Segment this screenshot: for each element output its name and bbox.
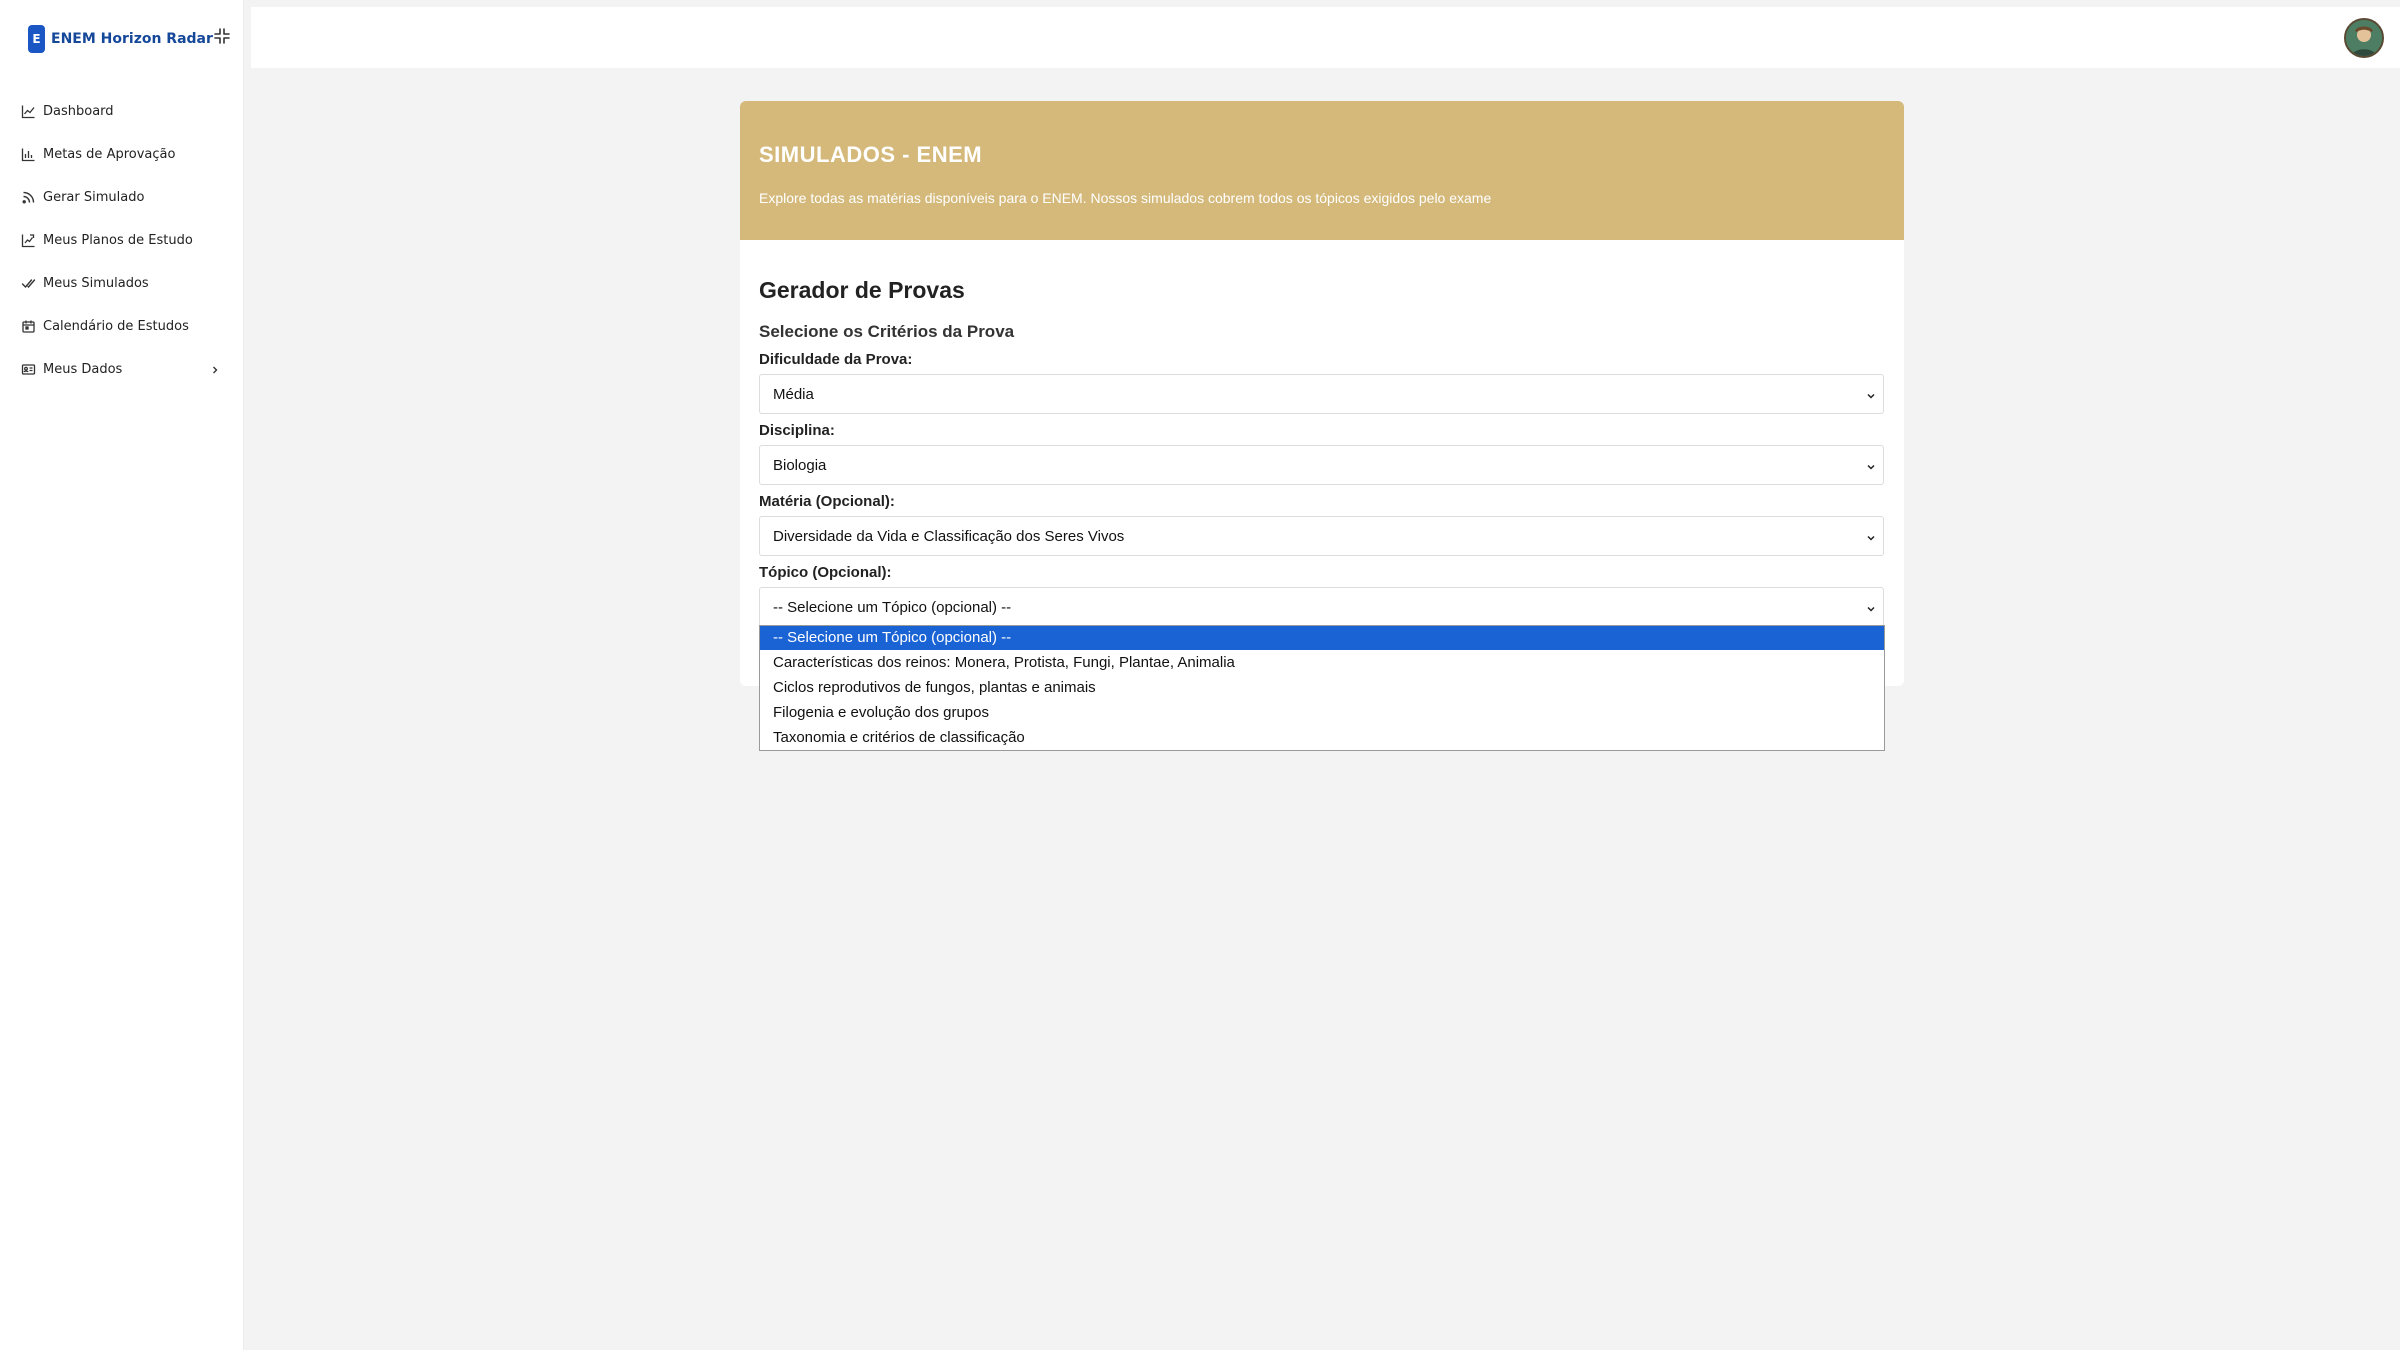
- sidebar-item-label: Calendário de Estudos: [43, 319, 189, 334]
- topic-label: Tópico (Opcional):: [759, 564, 892, 581]
- difficulty-select[interactable]: Média: [759, 374, 1884, 414]
- sidebar-item-label: Dashboard: [43, 104, 114, 119]
- user-avatar[interactable]: [2344, 18, 2384, 58]
- topic-option[interactable]: Taxonomia e critérios de classificação: [760, 726, 1884, 750]
- topic-option[interactable]: -- Selecione um Tópico (opcional) --: [760, 626, 1884, 650]
- topic-option[interactable]: Ciclos reprodutivos de fungos, plantas e…: [760, 676, 1884, 700]
- sidebar-nav: Dashboard Metas de Aprovação Gerar Simul…: [0, 90, 244, 391]
- subject-select-value: Diversidade da Vida e Classificação dos …: [773, 528, 1125, 545]
- chevron-right-icon: [209, 363, 221, 375]
- feed-icon: [21, 190, 36, 205]
- generator-subtitle: Selecione os Critérios da Prova: [759, 322, 1015, 341]
- hero-description: Explore todas as matérias disponíveis pa…: [759, 190, 1492, 206]
- sidebar-item-planos[interactable]: Meus Planos de Estudo: [0, 219, 244, 262]
- page-title: SIMULADOS - ENEM: [759, 142, 983, 167]
- chart-plan-icon: [21, 233, 36, 248]
- id-card-icon: [21, 362, 36, 377]
- top-bar: [251, 7, 2400, 68]
- chevron-down-icon: [1865, 602, 1877, 614]
- sidebar-item-label: Metas de Aprovação: [43, 147, 176, 162]
- sidebar-item-metas[interactable]: Metas de Aprovação: [0, 133, 244, 176]
- topic-select-value: -- Selecione um Tópico (opcional) --: [773, 599, 1012, 616]
- sidebar-item-label: Meus Simulados: [43, 276, 149, 291]
- sidebar-item-label: Gerar Simulado: [43, 190, 145, 205]
- difficulty-label: Dificuldade da Prova:: [759, 351, 913, 368]
- subject-select[interactable]: Diversidade da Vida e Classificação dos …: [759, 516, 1884, 556]
- topic-dropdown-list: -- Selecione um Tópico (opcional) -- Car…: [759, 625, 1885, 751]
- calendar-icon: [21, 319, 36, 334]
- sidebar-item-label: Meus Planos de Estudo: [43, 233, 193, 248]
- sidebar-item-gerar-simulado[interactable]: Gerar Simulado: [0, 176, 244, 219]
- chevron-down-icon: [1865, 389, 1877, 401]
- brand-name: ENEM Horizon Radar: [51, 31, 213, 47]
- difficulty-select-value: Média: [773, 386, 814, 403]
- topic-option[interactable]: Filogenia e evolução dos grupos: [760, 701, 1884, 725]
- subject-label: Matéria (Opcional):: [759, 493, 895, 510]
- brand-logo: E: [28, 25, 45, 53]
- topic-option[interactable]: Características dos reinos: Monera, Prot…: [760, 651, 1884, 675]
- chart-line-icon: [21, 104, 36, 119]
- chevron-down-icon: [1865, 531, 1877, 543]
- sidebar-item-meus-dados[interactable]: Meus Dados: [0, 348, 244, 391]
- topic-select[interactable]: -- Selecione um Tópico (opcional) --: [759, 587, 1884, 627]
- double-check-icon: [21, 276, 36, 291]
- sidebar: E ENEM Horizon Radar Dashboard Metas de …: [0, 0, 244, 1350]
- collapse-sidebar-icon[interactable]: [212, 26, 232, 46]
- sidebar-item-dashboard[interactable]: Dashboard: [0, 90, 244, 133]
- chevron-down-icon: [1865, 460, 1877, 472]
- bar-chart-icon: [21, 147, 36, 162]
- hero-banner: SIMULADOS - ENEM Explore todas as matéri…: [740, 101, 1904, 240]
- discipline-select-value: Biologia: [773, 457, 827, 474]
- discipline-select[interactable]: Biologia: [759, 445, 1884, 485]
- exam-generator-card: Gerador de Provas Selecione os Critérios…: [740, 240, 1904, 686]
- sidebar-item-label: Meus Dados: [43, 362, 123, 377]
- sidebar-item-meus-simulados[interactable]: Meus Simulados: [0, 262, 244, 305]
- sidebar-item-calendario[interactable]: Calendário de Estudos: [0, 305, 244, 348]
- discipline-label: Disciplina:: [759, 422, 835, 439]
- brand[interactable]: E ENEM Horizon Radar: [28, 24, 213, 54]
- generator-title: Gerador de Provas: [759, 277, 965, 303]
